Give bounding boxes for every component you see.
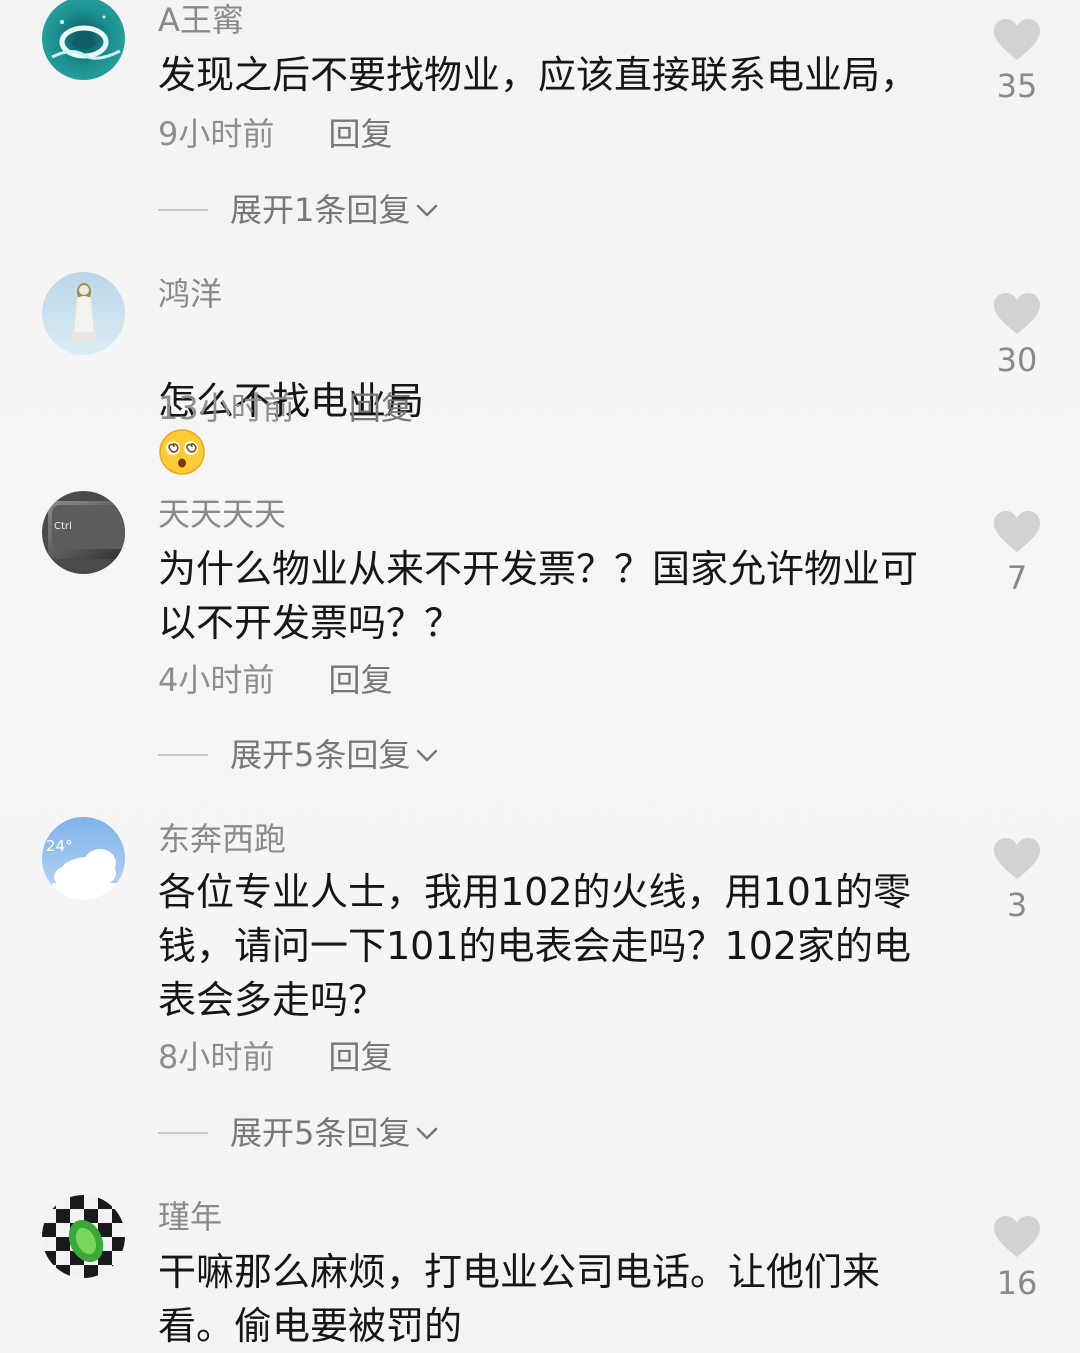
comment-meta: 8小时前 回复 — [158, 1037, 393, 1077]
expand-label: 展开5条回复 — [230, 736, 411, 774]
avatar[interactable] — [42, 1195, 125, 1278]
heart-icon — [994, 511, 1040, 552]
reply-button[interactable]: 回复 — [329, 1037, 393, 1077]
reply-button[interactable]: 回复 — [329, 660, 393, 700]
heart-icon — [994, 838, 1040, 879]
divider — [158, 1132, 208, 1134]
expand-replies-button[interactable]: 展开1条回复 — [158, 190, 440, 230]
heart-icon — [994, 293, 1040, 334]
expand-label: 展开5条回复 — [230, 1114, 411, 1152]
like-button[interactable]: 7 — [977, 510, 1057, 598]
comment-text: 为什么物业从来不开发票？？国家允许物业可 以不开发票吗？？ — [158, 547, 919, 645]
heart-icon — [994, 19, 1040, 60]
avatar[interactable] — [42, 272, 125, 355]
like-count: 3 — [1006, 886, 1028, 924]
like-button[interactable]: 30 — [977, 292, 1057, 380]
username[interactable]: A王寗 — [158, 0, 244, 40]
comment-text: 发现之后不要找物业，应该直接联系电业局， — [158, 53, 919, 97]
comment-meta: 13小时前 回复 — [158, 388, 413, 428]
comment-text: 干嘛那么麻烦，打电业公司电话。让他们来 看。偷电要被罚的 — [158, 1250, 881, 1348]
expand-label: 展开1条回复 — [230, 191, 411, 229]
divider — [158, 209, 208, 211]
like-count: 16 — [996, 1264, 1038, 1302]
like-count: 35 — [996, 67, 1038, 105]
like-button[interactable]: 35 — [977, 18, 1057, 106]
avatar[interactable]: Ctrl — [42, 491, 125, 574]
like-count: 30 — [996, 341, 1038, 379]
like-count: 7 — [1006, 559, 1028, 597]
like-button[interactable]: 16 — [977, 1215, 1057, 1303]
comment-text: 各位专业人士，我用102的火线，用101的零 钱，请问一下101的电表会走吗？1… — [158, 870, 912, 1022]
like-button[interactable]: 3 — [977, 837, 1057, 925]
reply-button[interactable]: 回复 — [349, 388, 413, 428]
avatar[interactable]: 24° — [42, 817, 125, 900]
chevron-down-icon — [417, 1127, 438, 1140]
username[interactable]: 鸿洋 — [158, 274, 222, 314]
username[interactable]: 东奔西跑 — [158, 819, 286, 859]
username[interactable]: 瑾年 — [158, 1197, 222, 1237]
svg-text:Ctrl: Ctrl — [54, 521, 72, 532]
expand-replies-button[interactable]: 展开5条回复 — [158, 1113, 440, 1153]
reply-button[interactable]: 回复 — [329, 114, 393, 154]
svg-text:24°: 24° — [46, 837, 73, 855]
timestamp: 8小时前 — [158, 1038, 275, 1076]
expand-replies-button[interactable]: 展开5条回复 — [158, 735, 440, 775]
comment-meta: 4小时前 回复 — [158, 660, 393, 700]
avatar[interactable] — [42, 0, 125, 80]
chevron-down-icon — [417, 749, 438, 762]
timestamp: 13小时前 — [158, 389, 295, 427]
dizzy-face-emoji — [159, 429, 205, 475]
divider — [158, 754, 208, 756]
comment-meta: 9小时前 回复 — [158, 114, 393, 154]
chevron-down-icon — [417, 204, 438, 217]
timestamp: 4小时前 — [158, 661, 275, 699]
timestamp: 9小时前 — [158, 115, 275, 153]
heart-icon — [994, 1216, 1040, 1257]
username[interactable]: 天天天天 — [158, 494, 286, 534]
